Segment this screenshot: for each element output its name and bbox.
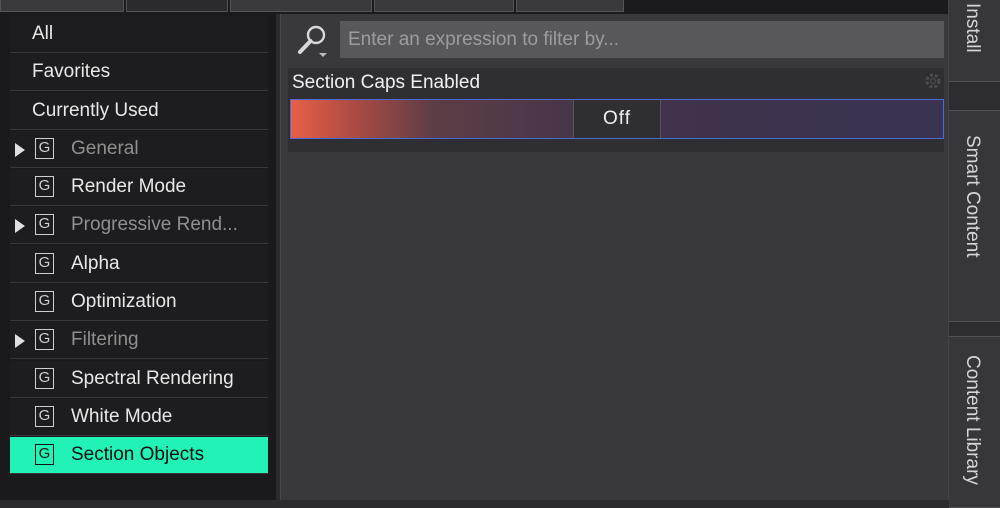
- category-label: Filtering: [71, 329, 139, 351]
- category-item-optimization[interactable]: G Optimization: [10, 284, 268, 322]
- expand-arrow-icon[interactable]: [15, 142, 25, 157]
- top-tab[interactable]: [0, 0, 124, 12]
- category-label: Alpha: [71, 252, 120, 274]
- group-icon: G: [35, 137, 54, 159]
- category-item-white-mode[interactable]: G White Mode: [10, 398, 268, 436]
- category-item-render-mode[interactable]: G Render Mode: [10, 169, 268, 207]
- property-editor-panel: Section Caps Enabled Off: [280, 14, 949, 500]
- property-group-panel: All Favorites Currently Used G General G Rende…: [0, 14, 276, 500]
- category-label: General: [71, 137, 139, 159]
- category-item-progressive-rend[interactable]: G Progressive Rend...: [10, 207, 268, 245]
- top-tab[interactable]: [230, 0, 372, 12]
- category-label: Section Objects: [71, 444, 205, 466]
- category-label: Favorites: [32, 61, 111, 83]
- side-tab-strip: Install Smart Content Content Library: [948, 0, 1000, 508]
- category-label: Render Mode: [71, 176, 187, 198]
- category-item-filtering[interactable]: G Filtering: [10, 322, 268, 360]
- top-tab[interactable]: [516, 0, 624, 12]
- category-label: Spectral Rendering: [71, 367, 234, 389]
- side-tab-content-library[interactable]: Content Library: [949, 336, 1000, 508]
- category-label: Progressive Rend...: [71, 214, 238, 236]
- property-row: Section Caps Enabled Off: [288, 68, 944, 152]
- category-item-section-objects[interactable]: G Section Objects: [10, 437, 268, 475]
- search-icon[interactable]: [297, 24, 329, 58]
- group-icon: G: [35, 214, 54, 236]
- category-item-alpha[interactable]: G Alpha: [10, 245, 268, 283]
- side-tab-label: Smart Content: [962, 135, 983, 258]
- category-label: White Mode: [71, 405, 173, 427]
- category-item-favorites[interactable]: Favorites: [10, 54, 268, 92]
- property-group-list: All Favorites Currently Used G General G Rende…: [10, 16, 268, 476]
- group-icon: G: [35, 367, 54, 389]
- group-icon: G: [35, 329, 54, 351]
- side-tab-install[interactable]: Install: [949, 0, 1000, 82]
- group-icon: G: [35, 176, 54, 198]
- category-item-currently-used[interactable]: Currently Used: [10, 92, 268, 130]
- top-tab[interactable]: [374, 0, 514, 12]
- group-icon: G: [35, 405, 54, 427]
- section-caps-toggle[interactable]: Off: [290, 99, 944, 139]
- property-label: Section Caps Enabled: [292, 72, 481, 93]
- category-item-spectral-rendering[interactable]: G Spectral Rendering: [10, 360, 268, 398]
- category-item-general[interactable]: G General: [10, 130, 268, 168]
- filter-search-input[interactable]: [340, 21, 944, 58]
- expand-arrow-icon[interactable]: [15, 219, 25, 234]
- group-icon: G: [35, 252, 54, 274]
- group-icon: G: [35, 291, 54, 313]
- expand-arrow-icon[interactable]: [15, 334, 25, 349]
- category-item-all[interactable]: All: [10, 16, 268, 53]
- gear-icon[interactable]: [924, 72, 942, 90]
- top-tab-active[interactable]: [126, 0, 228, 12]
- category-label: Optimization: [71, 291, 177, 313]
- side-tab-label: Install: [962, 3, 983, 53]
- group-icon: G: [35, 444, 54, 466]
- side-tab-label: Content Library: [962, 355, 983, 485]
- side-tab-smart-content[interactable]: Smart Content: [949, 110, 1000, 322]
- category-label: All: [32, 23, 54, 44]
- top-tab-strip: [0, 0, 948, 14]
- toggle-value: Off: [573, 100, 661, 138]
- category-label: Currently Used: [32, 99, 159, 121]
